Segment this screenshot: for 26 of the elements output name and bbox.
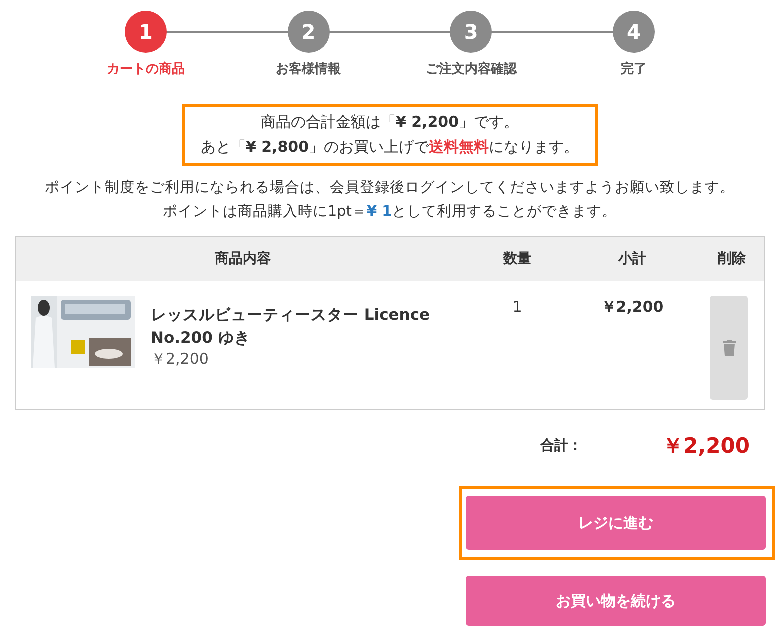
product-name[interactable]: レッスルビューティースター Licence No.200 ゆき [151, 304, 470, 350]
delete-button[interactable] [710, 296, 748, 400]
total-value: ￥2,200 [662, 433, 750, 460]
product-price: ￥2,200 [151, 350, 210, 369]
trash-icon [722, 340, 736, 356]
column-header: 削除 [717, 250, 747, 268]
quantity: 1 [512, 298, 524, 316]
step-label: お客様情報 [276, 60, 342, 78]
step-label: ご注文内容確認 [426, 60, 517, 78]
subtotal: ￥2,200 [600, 298, 665, 317]
point-info-text: ポイントは商品購入時に1pt＝¥ 1 として利用することができます。 [162, 202, 618, 222]
step-number: 2 [288, 11, 330, 53]
step-label: カートの商品 [107, 60, 185, 78]
column-header: 数量 [502, 250, 532, 268]
column-header: 商品内容 [214, 250, 272, 268]
step-number: 3 [450, 11, 492, 53]
notice-text: あと「¥ 2,800」のお買い上げで送料無料になります。 [200, 137, 580, 158]
notice-text: 商品の合計金額は「¥ 2,200」です。 [260, 112, 520, 133]
step-number: 4 [612, 11, 655, 53]
point-info-text: ポイント制度をご利用になられる場合は、会員登録後ログインしてくださいますようお願い致します。 [45, 178, 735, 198]
action-button[interactable]: お買い物を続ける [466, 576, 766, 626]
action-button[interactable]: レジに進む [466, 496, 766, 550]
total-label: 合計： [540, 437, 583, 455]
column-header: 小計 [617, 250, 648, 268]
step-label: 完了 [620, 60, 647, 78]
step-number: 1 [125, 11, 167, 53]
